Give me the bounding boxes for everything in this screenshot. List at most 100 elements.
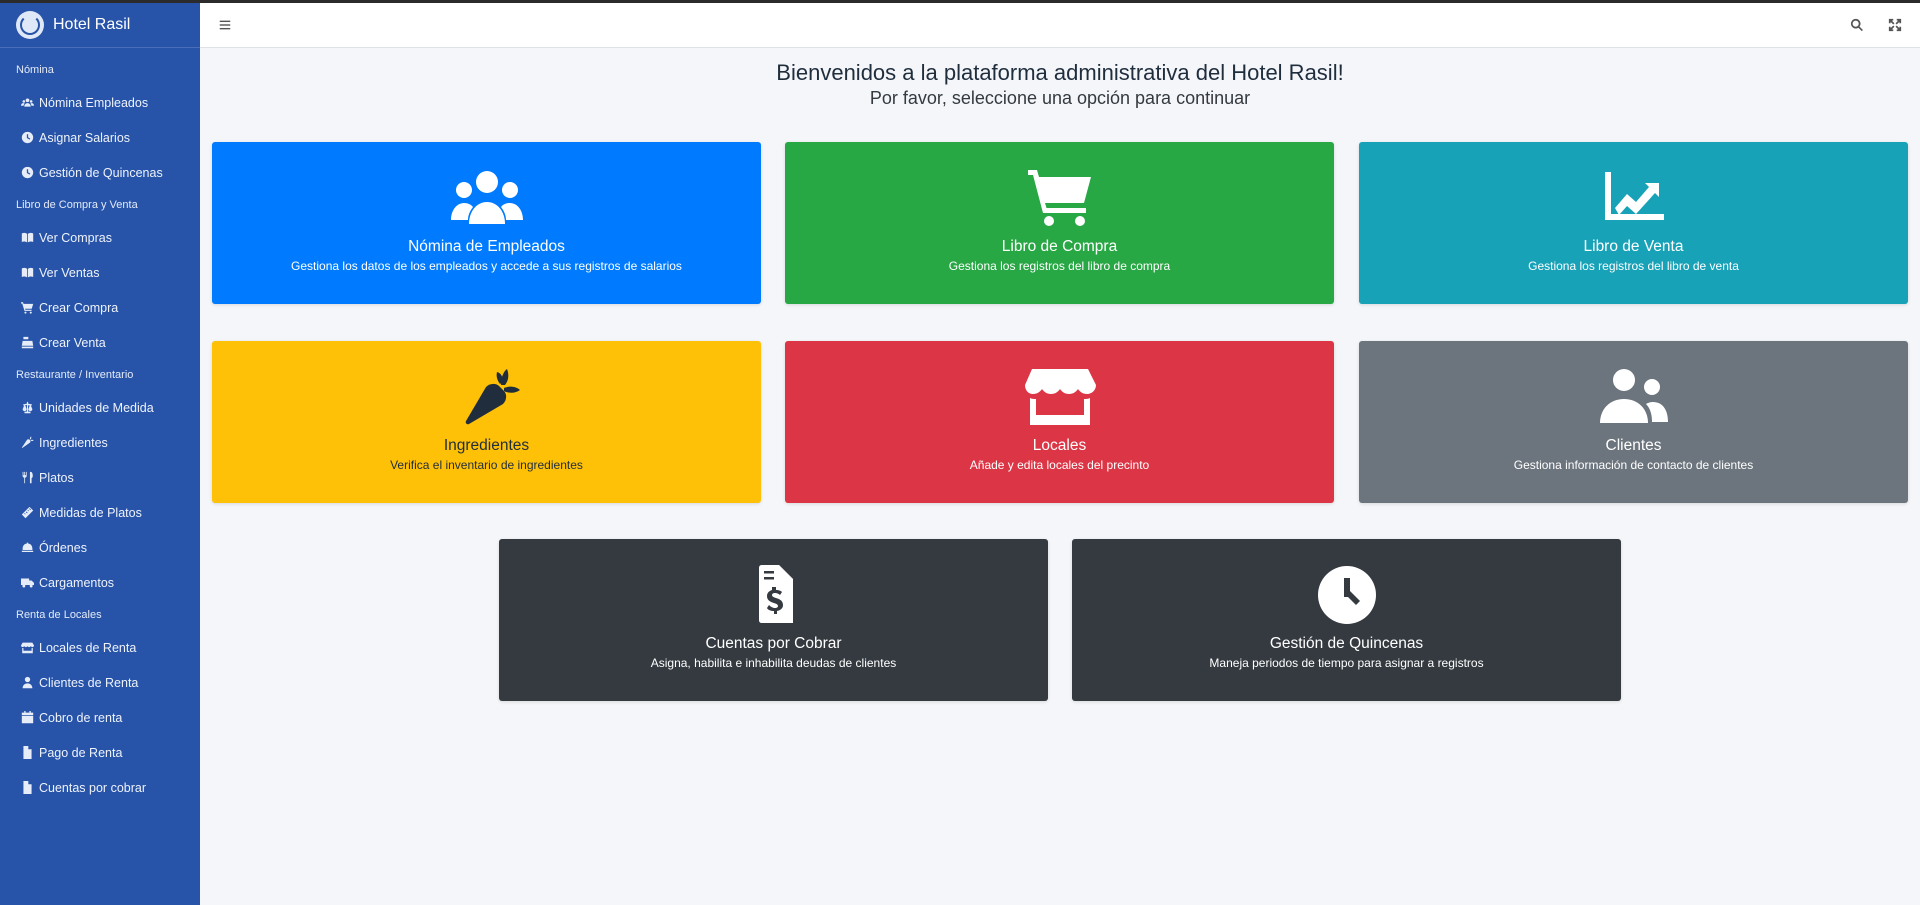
sidebar-item-label: Medidas de Platos bbox=[39, 505, 142, 520]
page-subtitle: Por favor, seleccione una opción para co… bbox=[869, 88, 1251, 108]
sidebar-item-medidas-de-platos[interactable]: Medidas de Platos bbox=[0, 495, 200, 530]
invoice-dollar-icon bbox=[499, 565, 1048, 625]
card-title: Nómina de Empleados bbox=[408, 238, 565, 255]
utensils-icon bbox=[19, 470, 35, 486]
sidebar-item-asignar-salarios[interactable]: Asignar Salarios bbox=[0, 120, 200, 155]
card-description: Gestiona los registros del libro de vent… bbox=[1528, 259, 1739, 273]
card-description: Verifica el inventario de ingredientes bbox=[390, 458, 583, 472]
hamburger-icon[interactable] bbox=[214, 14, 236, 36]
calendar-icon bbox=[19, 710, 35, 726]
card-libro-venta[interactable]: Libro de Venta Gestiona los registros de… bbox=[1359, 142, 1908, 304]
card-cuentas-cobrar[interactable]: Cuentas por Cobrar Asigna, habilita e in… bbox=[499, 539, 1048, 701]
sidebar-item-label: Cobro de renta bbox=[39, 710, 123, 725]
sidebar-item-gestion-de-quincenas[interactable]: Gestión de Quincenas bbox=[0, 155, 200, 190]
card-ingredientes[interactable]: Ingredientes Verifica el inventario de i… bbox=[212, 341, 761, 503]
sidebar: Hotel Rasil Nómina Nómina Empleados Asigna… bbox=[0, 3, 200, 905]
card-clientes[interactable]: Clientes Gestiona información de contact… bbox=[1359, 341, 1908, 503]
store-icon bbox=[785, 367, 1334, 427]
book-icon bbox=[19, 230, 35, 246]
expand-icon[interactable] bbox=[1884, 14, 1906, 36]
store-icon bbox=[19, 640, 35, 656]
top-navbar bbox=[200, 3, 1920, 48]
card-title: Ingredientes bbox=[443, 437, 530, 454]
book-icon bbox=[19, 265, 35, 281]
card-title: Libro de Compra bbox=[1001, 238, 1118, 255]
sidebar-item-ordenes[interactable]: Órdenes bbox=[0, 530, 200, 565]
sidebar-item-label: Pago de Renta bbox=[39, 745, 123, 760]
ruler-icon bbox=[19, 505, 35, 521]
card-libro-compra[interactable]: Libro de Compra Gestiona los registros d… bbox=[785, 142, 1334, 304]
sidebar-item-label: Cargamentos bbox=[39, 575, 115, 590]
sidebar-item-crear-venta[interactable]: Crear Venta bbox=[0, 325, 200, 360]
users-icon bbox=[19, 95, 35, 111]
file-icon bbox=[19, 745, 35, 761]
card-title: Gestión de Quincenas bbox=[1269, 635, 1424, 652]
sidebar-item-ver-ventas[interactable]: Ver Ventas bbox=[0, 255, 200, 290]
page-title: Bienvenidos a la plataforma administrati… bbox=[776, 60, 1344, 85]
sidebar-item-label: Gestión de Quincenas bbox=[39, 165, 163, 180]
truck-icon bbox=[19, 575, 35, 591]
sidebar-item-unidades-de-medida[interactable]: Unidades de Medida bbox=[0, 390, 200, 425]
sidebar-item-crear-compra[interactable]: Crear Compra bbox=[0, 290, 200, 325]
hotel-logo-icon bbox=[16, 11, 44, 39]
carrot-icon bbox=[19, 435, 35, 451]
sidebar-item-label: Crear Compra bbox=[39, 300, 119, 315]
card-title: Libro de Venta bbox=[1583, 238, 1684, 255]
sidebar-nav: Nómina Nómina Empleados Asignar Salarios Ge… bbox=[0, 55, 200, 805]
sidebar-item-label: Clientes de Renta bbox=[39, 675, 139, 690]
sidebar-item-cuentas-por-cobrar[interactable]: Cuentas por cobrar bbox=[0, 770, 200, 805]
sidebar-item-label: Órdenes bbox=[39, 540, 87, 555]
sidebar-item-pago-de-renta[interactable]: Pago de Renta bbox=[0, 735, 200, 770]
sidebar-item-cobro-de-renta[interactable]: Cobro de renta bbox=[0, 700, 200, 735]
sidebar-item-label: Ingredientes bbox=[39, 435, 108, 450]
file-icon bbox=[19, 780, 35, 796]
card-description: Maneja periodos de tiempo para asignar a… bbox=[1209, 656, 1484, 670]
card-locales[interactable]: Locales Añade y edita locales del precin… bbox=[785, 341, 1334, 503]
sidebar-item-ingredientes[interactable]: Ingredientes bbox=[0, 425, 200, 460]
clock-icon bbox=[19, 130, 35, 146]
scale-icon bbox=[19, 400, 35, 416]
sidebar-item-label: Crear Venta bbox=[39, 335, 106, 350]
brand-link[interactable]: Hotel Rasil bbox=[0, 3, 200, 48]
brand-name: Hotel Rasil bbox=[53, 16, 131, 33]
sidebar-item-ver-compras[interactable]: Ver Compras bbox=[0, 220, 200, 255]
card-title: Cuentas por Cobrar bbox=[705, 635, 842, 652]
main-content: Bienvenidos a la plataforma administrati… bbox=[200, 48, 1920, 905]
sidebar-item-cargamentos[interactable]: Cargamentos bbox=[0, 565, 200, 600]
sidebar-item-label: Nómina Empleados bbox=[39, 95, 149, 110]
cart-icon bbox=[19, 300, 35, 316]
sidebar-section-header: Nómina bbox=[16, 64, 54, 76]
search-icon[interactable] bbox=[1846, 14, 1868, 36]
cart-icon bbox=[785, 168, 1334, 228]
clock-icon bbox=[19, 165, 35, 181]
sidebar-item-label: Asignar Salarios bbox=[39, 130, 131, 145]
top-border bbox=[0, 0, 1920, 3]
chart-line-icon bbox=[1359, 168, 1908, 228]
card-description: Gestiona los registros del libro de comp… bbox=[948, 259, 1171, 273]
card-description: Añade y edita locales del precinto bbox=[969, 458, 1150, 472]
sidebar-section-header: Libro de Compra y Venta bbox=[16, 199, 138, 211]
user-icon bbox=[19, 675, 35, 691]
card-title: Clientes bbox=[1605, 437, 1662, 454]
sidebar-item-locales-de-renta[interactable]: Locales de Renta bbox=[0, 630, 200, 665]
sidebar-item-label: Locales de Renta bbox=[39, 640, 137, 655]
bell-icon bbox=[19, 540, 35, 556]
sidebar-item-platos[interactable]: Platos bbox=[0, 460, 200, 495]
card-description: Asigna, habilita e inhabilita deudas de … bbox=[650, 656, 897, 670]
clock-icon bbox=[1072, 565, 1621, 625]
user-friends-icon bbox=[1359, 367, 1908, 427]
sidebar-item-label: Unidades de Medida bbox=[39, 400, 154, 415]
card-description: Gestiona los datos de los empleados y ac… bbox=[291, 259, 682, 273]
users-icon bbox=[212, 168, 761, 228]
card-gestion-quincenas[interactable]: Gestión de Quincenas Maneja periodos de … bbox=[1072, 539, 1621, 701]
carrot-icon bbox=[212, 367, 761, 427]
sidebar-item-label: Ver Ventas bbox=[39, 265, 100, 280]
card-description: Gestiona información de contacto de clie… bbox=[1513, 458, 1754, 472]
card-nomina-empleados[interactable]: Nómina de Empleados Gestiona los datos d… bbox=[212, 142, 761, 304]
sidebar-section-header: Restaurante / Inventario bbox=[16, 369, 134, 381]
card-title: Locales bbox=[1032, 437, 1087, 454]
cash-register-icon bbox=[19, 335, 35, 351]
sidebar-item-label: Platos bbox=[39, 470, 74, 485]
sidebar-item-clientes-de-renta[interactable]: Clientes de Renta bbox=[0, 665, 200, 700]
sidebar-item-nomina-empleados[interactable]: Nómina Empleados bbox=[0, 85, 200, 120]
